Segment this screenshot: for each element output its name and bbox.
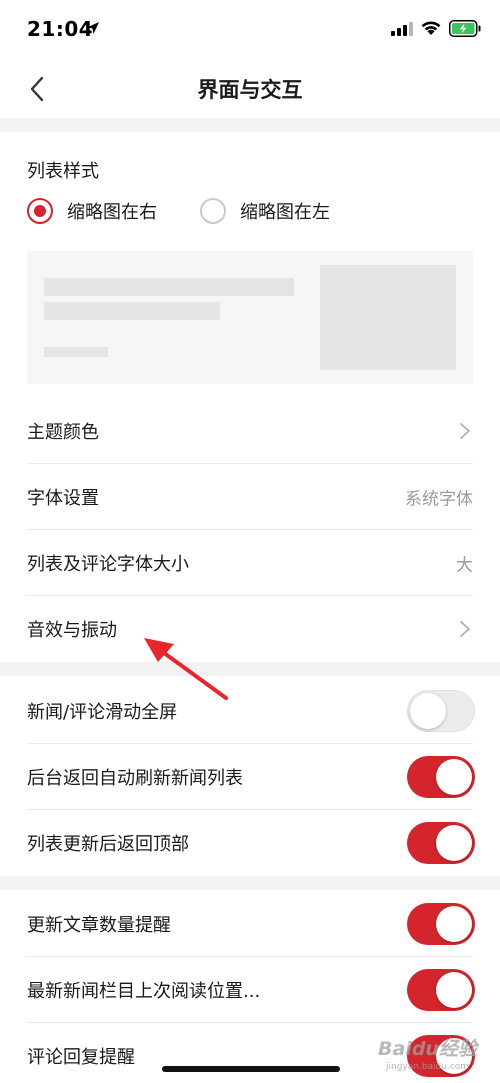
radio-label: 缩略图在右 bbox=[67, 202, 157, 223]
row-value: 系统字体 bbox=[405, 489, 473, 510]
toggle-switch[interactable] bbox=[407, 690, 475, 732]
annotation-arrow-icon bbox=[144, 638, 228, 700]
toggle-switch[interactable] bbox=[407, 903, 475, 945]
row-theme-color[interactable]: 主题颜色 bbox=[0, 398, 500, 464]
row-auto-refresh: 后台返回自动刷新新闻列表 bbox=[0, 744, 500, 810]
watermark-text: Baidu经验 bbox=[378, 1038, 477, 1060]
radio-checked-icon bbox=[27, 198, 53, 224]
radio-unchecked-icon bbox=[200, 198, 226, 224]
preview-title-line bbox=[44, 302, 220, 320]
chevron-right-icon bbox=[460, 621, 470, 637]
row-sound-vibration[interactable]: 音效与振动 bbox=[0, 596, 500, 662]
row-last-read-position: 最新新闻栏目上次阅读位置... bbox=[0, 957, 500, 1023]
section-divider bbox=[0, 118, 500, 132]
row-label: 音效与振动 bbox=[27, 620, 117, 641]
toggle-switch[interactable] bbox=[407, 969, 475, 1011]
row-font-setting[interactable]: 字体设置 系统字体 bbox=[0, 464, 500, 530]
section-divider bbox=[0, 662, 500, 676]
toggle-knob bbox=[436, 972, 472, 1008]
toggle-switch[interactable] bbox=[407, 822, 475, 864]
toggle-knob bbox=[436, 825, 472, 861]
status-time: 21:04 bbox=[27, 17, 94, 41]
cellular-signal-icon bbox=[391, 22, 413, 36]
preview-title-line bbox=[44, 278, 294, 296]
row-slide-fullscreen: 新闻/评论滑动全屏 bbox=[0, 678, 500, 744]
toggle-knob bbox=[436, 759, 472, 795]
battery-charging-icon bbox=[449, 20, 481, 37]
list-style-preview bbox=[27, 251, 473, 384]
status-bar: 21:04 bbox=[0, 0, 500, 60]
toggle-knob bbox=[436, 906, 472, 942]
radio-thumbnail-right[interactable]: 缩略图在右 bbox=[27, 196, 157, 226]
toggle-switch[interactable] bbox=[407, 756, 475, 798]
page-title: 界面与交互 bbox=[197, 78, 303, 102]
preview-thumbnail bbox=[320, 265, 456, 370]
row-label: 列表及评论字体大小 bbox=[27, 554, 189, 575]
radio-label: 缩略图在左 bbox=[240, 202, 330, 223]
list-style-label: 列表样式 bbox=[27, 161, 99, 182]
row-back-to-top: 列表更新后返回顶部 bbox=[0, 810, 500, 876]
row-font-size[interactable]: 列表及评论字体大小 大 bbox=[0, 530, 500, 596]
row-label: 主题颜色 bbox=[27, 422, 99, 443]
row-label: 评论回复提醒 bbox=[27, 1047, 135, 1068]
row-label: 更新文章数量提醒 bbox=[27, 915, 171, 936]
section-divider bbox=[0, 876, 500, 890]
radio-thumbnail-left[interactable]: 缩略图在左 bbox=[200, 196, 330, 226]
row-label: 列表更新后返回顶部 bbox=[27, 834, 189, 855]
location-arrow-icon bbox=[87, 22, 99, 34]
watermark-logo: Baidu经验 jingyan.baidu.com bbox=[378, 1034, 500, 1078]
home-indicator[interactable] bbox=[162, 1066, 340, 1072]
row-label: 字体设置 bbox=[27, 488, 99, 509]
nav-bar: 界面与交互 bbox=[0, 60, 500, 118]
watermark-sub: jingyan.baidu.com bbox=[386, 1062, 470, 1072]
row-value: 大 bbox=[456, 555, 473, 576]
row-label: 后台返回自动刷新新闻列表 bbox=[27, 768, 243, 789]
toggle-knob bbox=[410, 693, 446, 729]
row-article-count-reminder: 更新文章数量提醒 bbox=[0, 891, 500, 957]
chevron-right-icon bbox=[460, 423, 470, 439]
wifi-icon bbox=[421, 21, 441, 35]
row-label: 最新新闻栏目上次阅读位置... bbox=[27, 981, 261, 1002]
preview-meta-line bbox=[44, 347, 108, 357]
